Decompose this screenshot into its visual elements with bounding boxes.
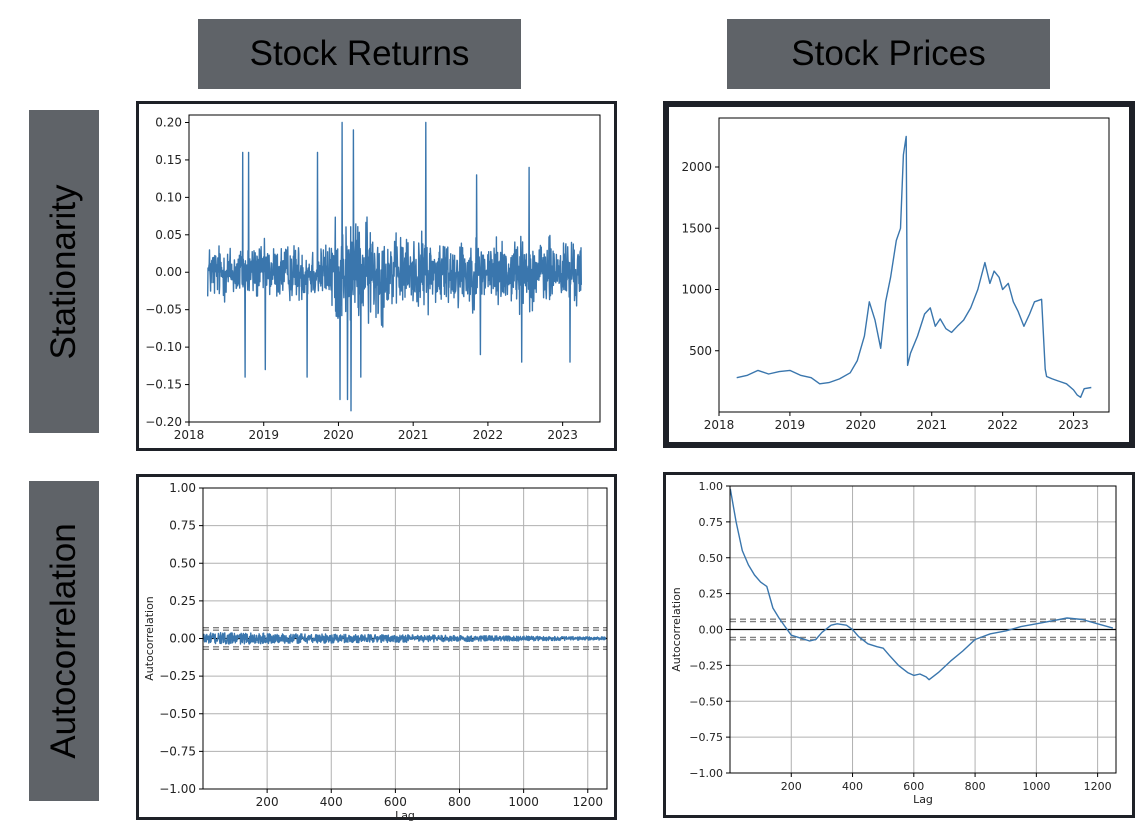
y-tick-label: −0.05 xyxy=(145,303,182,317)
y-tick-label: −0.75 xyxy=(159,744,196,758)
x-tick-label: 600 xyxy=(903,780,924,793)
row-header-stationarity: Stationarity xyxy=(29,110,99,433)
panel-prices-autocorrelation: 200 400 600 800 1000 1200 −1.00 −0.75 −0.50 −0.25… xyxy=(663,472,1135,818)
x-axis-label: Lag xyxy=(395,809,415,822)
x-tick-label: 2022 xyxy=(473,428,504,442)
series-line xyxy=(736,135,1092,398)
y-tick-label: 0.75 xyxy=(169,519,196,533)
x-tick-label: 2021 xyxy=(916,418,947,432)
row-header-autocorrelation-label: Autocorrelation xyxy=(44,523,83,759)
y-axis-label: Autocorrelation xyxy=(143,596,156,681)
x-tick-label: 200 xyxy=(256,795,279,809)
x-tick-label: 2018 xyxy=(174,428,205,442)
series-line xyxy=(202,632,607,645)
column-header-stock-prices-label: Stock Prices xyxy=(791,34,986,73)
y-tick-label: −0.20 xyxy=(145,415,182,429)
x-tick-label: 800 xyxy=(965,780,986,793)
y-tick-label: 1.00 xyxy=(169,481,196,495)
y-tick-label: −0.10 xyxy=(145,340,182,354)
y-tick-label: 0.50 xyxy=(699,552,724,565)
plot-frame xyxy=(718,117,1110,413)
y-tick-label: −0.50 xyxy=(159,707,196,721)
y-tick-label: 0.25 xyxy=(169,594,196,608)
y-axis-label: Autocorrelation xyxy=(670,587,683,672)
x-tick-label: 400 xyxy=(842,780,863,793)
x-tick-label: 200 xyxy=(781,780,802,793)
column-header-stock-returns-label: Stock Returns xyxy=(249,34,470,73)
x-tick-label: 1000 xyxy=(508,795,539,809)
column-header-stock-returns: Stock Returns xyxy=(198,19,521,89)
y-tick-label: 0.10 xyxy=(155,190,182,204)
x-tick-label: 2019 xyxy=(775,418,806,432)
row-header-autocorrelation: Autocorrelation xyxy=(29,481,99,801)
returns-autocorrelation-chart: 200 400 600 800 1000 1200 −1.00 −0.75 −0.50 −0.25… xyxy=(143,481,608,822)
y-tick-label: −0.15 xyxy=(145,378,182,392)
y-tick-label: −1.00 xyxy=(689,767,723,780)
y-tick-label: 500 xyxy=(689,344,712,358)
y-tick-label: 0.00 xyxy=(155,265,182,279)
y-tick-label: 1.00 xyxy=(699,480,724,493)
y-tick-label: 1000 xyxy=(681,283,712,297)
y-tick-label: 0.00 xyxy=(699,624,724,637)
y-tick-label: −0.50 xyxy=(689,695,723,708)
x-tick-label: 2023 xyxy=(547,428,578,442)
panel-returns-autocorrelation: 200 400 600 800 1000 1200 −1.00 −0.75 −0.50 −0.25… xyxy=(136,474,617,822)
x-tick-label: 1200 xyxy=(1084,780,1112,793)
y-tick-label: 0.20 xyxy=(155,115,182,129)
x-tick-label: 800 xyxy=(448,795,471,809)
x-tick-label: 2018 xyxy=(704,418,735,432)
x-tick-label: 2020 xyxy=(323,428,354,442)
series-line xyxy=(207,121,582,412)
y-tick-label: −1.00 xyxy=(159,782,196,796)
y-tick-label: 0.50 xyxy=(169,556,196,570)
y-tick-label: 0.15 xyxy=(155,153,182,167)
y-tick-label: 0.05 xyxy=(155,228,182,242)
panel-prices-stationarity: 2018 2019 2020 2021 2022 2023 500 1000 1500 2000 xyxy=(663,101,1135,448)
x-tick-label: 2020 xyxy=(846,418,877,432)
y-tick-label: −0.25 xyxy=(689,659,723,672)
x-tick-label: 1000 xyxy=(1022,780,1050,793)
y-tick-label: 2000 xyxy=(681,160,712,174)
x-tick-label: 1200 xyxy=(572,795,603,809)
x-axis-label: Lag xyxy=(913,793,933,806)
x-tick-label: 2023 xyxy=(1058,418,1089,432)
x-tick-label: 2019 xyxy=(248,428,279,442)
y-tick-label: 1500 xyxy=(681,221,712,235)
series-line xyxy=(729,488,1114,681)
y-tick-label: 0.25 xyxy=(699,588,724,601)
column-header-stock-prices: Stock Prices xyxy=(727,19,1050,89)
x-tick-label: 2022 xyxy=(987,418,1018,432)
x-tick-label: 400 xyxy=(320,795,343,809)
x-tick-label: 600 xyxy=(384,795,407,809)
y-tick-label: −0.75 xyxy=(689,731,723,744)
y-tick-label: 0.00 xyxy=(169,632,196,646)
y-tick-label: −0.25 xyxy=(159,669,196,683)
panel-returns-stationarity: 2018 2019 2020 2021 2022 2023 −0.20 −0.15 −0.10 −… xyxy=(136,101,617,451)
y-tick-label: 0.75 xyxy=(699,516,724,529)
prices-timeseries-chart: 2018 2019 2020 2021 2022 2023 500 1000 1500 2000 xyxy=(681,117,1110,432)
prices-autocorrelation-chart: 200 400 600 800 1000 1200 −1.00 −0.75 −0.50 −0.25… xyxy=(670,480,1117,806)
row-header-stationarity-label: Stationarity xyxy=(44,183,83,360)
returns-timeseries-chart: 2018 2019 2020 2021 2022 2023 −0.20 −0.15 −0.10 −… xyxy=(145,114,601,442)
x-tick-label: 2021 xyxy=(398,428,429,442)
